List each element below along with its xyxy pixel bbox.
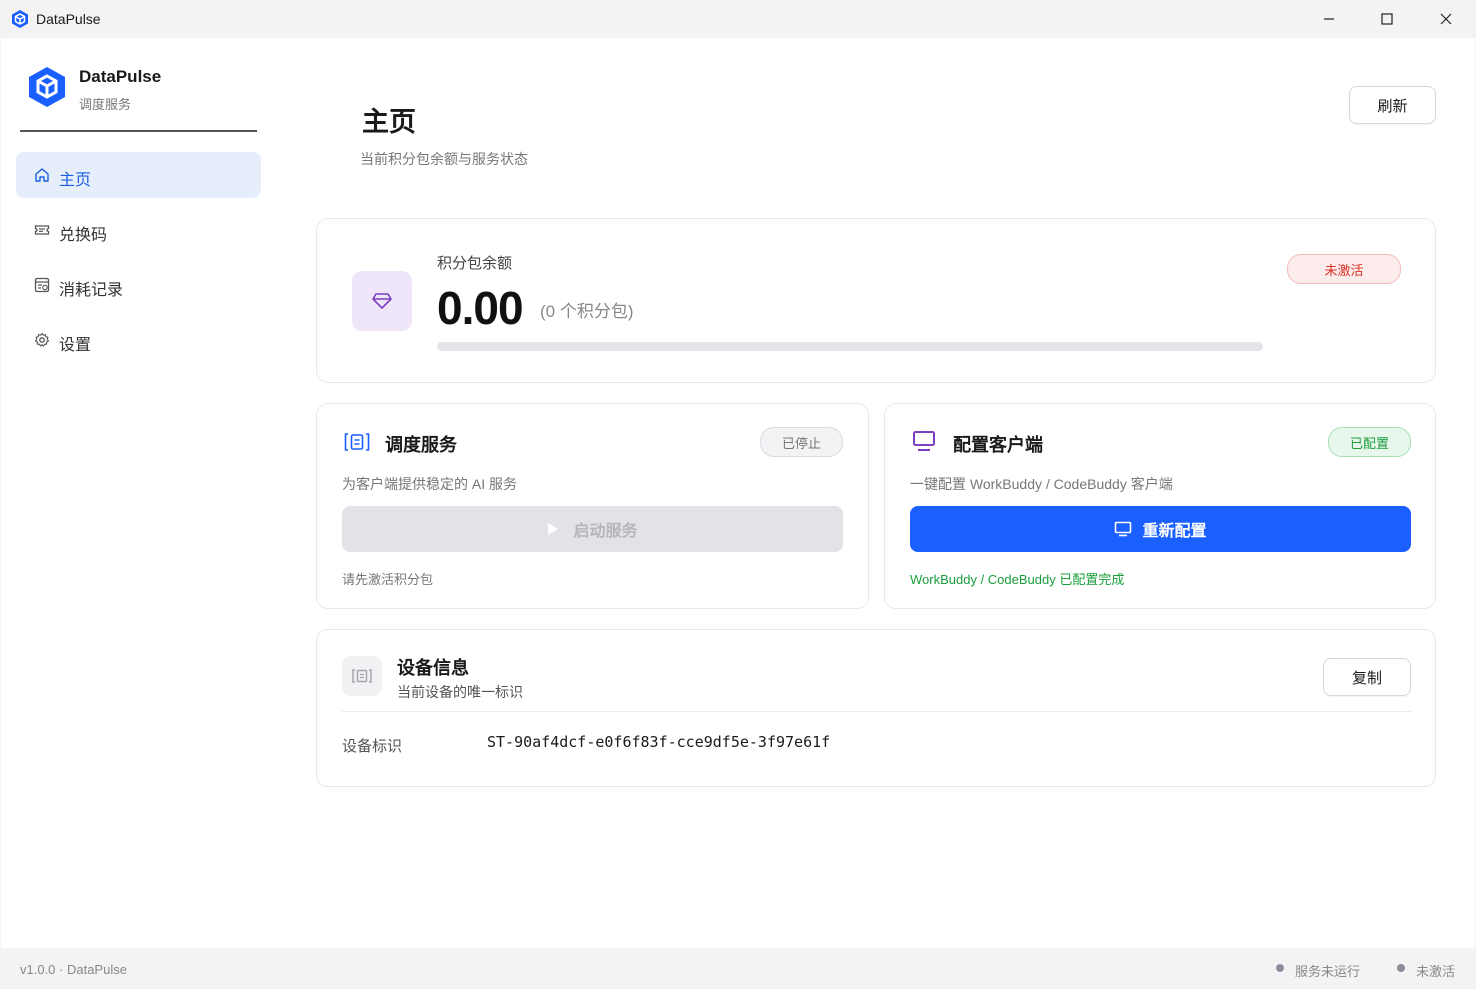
config-description: 一键配置 WorkBuddy / CodeBuddy 客户端 [910,476,1173,492]
service-status-dot [1276,964,1284,972]
minimize-button[interactable] [1300,0,1358,38]
device-id-label: 设备标识 [342,738,403,755]
device-title: 设备信息 [397,658,469,678]
config-title: 配置客户端 [953,435,1043,455]
monitor-icon [913,431,935,451]
diamond-icon [372,293,392,309]
start-service-button[interactable]: 启动服务 [342,506,843,552]
monitor-icon [1115,521,1132,537]
maximize-button[interactable] [1358,0,1416,38]
maximize-icon [1381,13,1393,25]
home-icon [35,168,49,182]
configure-client-card: 配置客户端 已配置 一键配置 WorkBuddy / CodeBuddy 客户端… [884,403,1436,609]
page-subtitle: 当前积分包余额与服务状态 [360,151,528,167]
close-icon [1440,13,1452,25]
balance-card: 积分包余额 0.00 (0 个积分包) 未激活 [316,218,1436,383]
sidebar-item-records[interactable]: 消耗记录 [16,262,261,308]
title-bar: DataPulse [0,0,1476,38]
brand-subtitle: 调度服务 [79,97,132,112]
device-info-card: 设备信息 当前设备的唯一标识 复制 设备标识 ST-90af4dcf-e0f6f… [316,629,1436,787]
close-button[interactable] [1417,0,1475,38]
config-status-badge: 已配置 [1328,427,1411,457]
sidebar-item-settings[interactable]: 设置 [16,317,261,363]
reconfigure-button[interactable]: 重新配置 [910,506,1411,552]
sidebar-item-label: 主页 [59,172,92,189]
status-bar: v1.0.0 · DataPulse 服务未运行 未激活 [0,948,1476,989]
schedule-service-card: 调度服务 已停止 为客户端提供稳定的 AI 服务 启动服务 请先激活积分包 [316,403,869,609]
chip-icon [352,669,372,683]
schedule-hint: 请先激活积分包 [342,572,434,587]
version-text: v1.0.0 · DataPulse [20,962,127,977]
minimize-icon [1324,18,1334,20]
window-title: DataPulse [36,11,101,27]
balance-icon-box [352,271,412,331]
balance-value: 0.00 [437,282,524,334]
app-window: DataPulse 调度服务 主页 兑换码 消耗记录 设置 主页 当前积分包余额… [1,38,1475,948]
refresh-button[interactable]: 刷新 [1349,86,1436,124]
sidebar-item-home[interactable]: 主页 [16,152,261,198]
app-logo-icon [12,10,28,28]
ticket-icon [34,225,50,235]
balance-label: 积分包余额 [437,255,513,272]
play-icon [548,523,559,535]
start-service-label: 启动服务 [573,523,638,540]
sidebar-item-label: 兑换码 [59,227,108,244]
sidebar-divider [20,130,257,132]
schedule-icon [344,433,370,451]
device-id-value[interactable]: ST-90af4dcf-e0f6f83f-cce9df5e-3f97e61f [487,733,830,751]
gear-icon [34,332,50,347]
schedule-title: 调度服务 [385,435,457,455]
device-icon-box [342,656,382,696]
copy-button[interactable]: 复制 [1323,658,1411,696]
sidebar-item-label: 设置 [59,337,92,354]
service-status-text: 服务未运行 [1295,964,1361,979]
config-hint: WorkBuddy / CodeBuddy 已配置完成 [910,572,1125,587]
device-subtitle: 当前设备的唯一标识 [397,684,523,700]
page-title: 主页 [362,107,416,137]
activation-status-dot [1397,964,1405,972]
sidebar-item-label: 消耗记录 [59,282,124,299]
record-icon [34,277,50,293]
sidebar-item-redeem[interactable]: 兑换码 [16,207,261,253]
balance-count: (0 个积分包) [540,302,634,321]
device-divider [342,711,1411,712]
schedule-status-badge: 已停止 [760,427,843,457]
reconfigure-label: 重新配置 [1142,523,1207,540]
activation-status-text: 未激活 [1416,964,1456,979]
schedule-description: 为客户端提供稳定的 AI 服务 [342,476,518,492]
brand-logo-icon [29,67,65,107]
brand-name: DataPulse [79,67,162,86]
balance-progress-track [437,342,1263,351]
activation-badge: 未激活 [1287,254,1401,284]
